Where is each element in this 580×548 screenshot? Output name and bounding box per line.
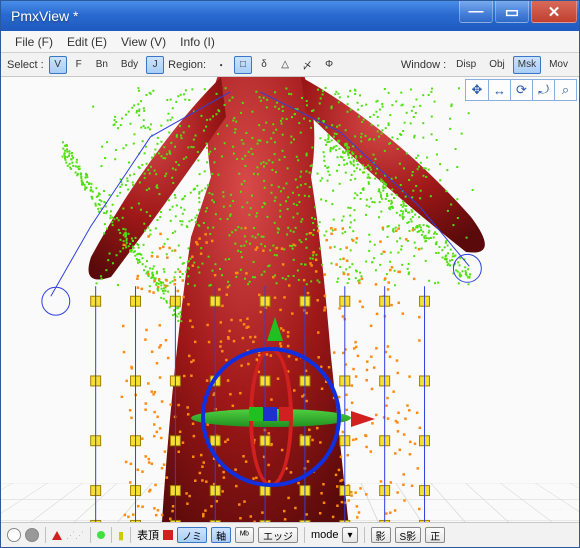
mode-label: mode [311, 529, 339, 541]
region-tri-button[interactable]: △ [276, 56, 294, 74]
nomi-button[interactable]: ノミ [177, 527, 207, 543]
toolbar: Select : V F Bn Bdy J Region: ・ □ δ △ 〆 … [1, 53, 579, 77]
window-title: PmxView * [11, 8, 459, 24]
minimize-button[interactable]: — [459, 1, 493, 23]
normal-button[interactable]: 正 [425, 527, 445, 543]
select-joint-button[interactable]: J [146, 56, 164, 74]
shadow-button[interactable]: 影 [371, 527, 391, 543]
gizmo-arrow-x [351, 411, 375, 427]
vertex-disp-label: 表頂 [137, 527, 159, 543]
color-grid-swatch[interactable] [25, 528, 39, 542]
edge-button[interactable]: エッジ [258, 527, 298, 543]
window-mov-button[interactable]: Mov [544, 56, 573, 74]
window-obj-button[interactable]: Obj [484, 56, 510, 74]
yellow-bar-icon[interactable]: ▮ [118, 529, 124, 542]
select-bone-button[interactable]: Bn [91, 56, 113, 74]
gizmo-cube-z [263, 407, 277, 421]
menu-info[interactable]: Info (I) [180, 35, 215, 49]
select-vertex-button[interactable]: V [49, 56, 67, 74]
menu-file[interactable]: File (F) [15, 35, 53, 49]
view-move-icon[interactable]: ↔ [488, 80, 510, 100]
region-label: Region: [168, 59, 206, 71]
view-pan-icon[interactable]: ✥ [466, 80, 488, 100]
axis-button[interactable]: 軸 [211, 527, 231, 543]
viewport-3d[interactable]: ✥ ↔ ⟳ ⤾ ⌕ [1, 77, 579, 523]
s-shadow-button[interactable]: S影 [395, 527, 422, 543]
app-window: PmxView * — ▭ ✕ File (F) Edit (E) View (… [0, 0, 580, 548]
color-bg-swatch[interactable] [7, 528, 21, 542]
green-dot-icon[interactable] [97, 531, 105, 539]
window-buttons: — ▭ ✕ [459, 1, 579, 31]
gizmo-cube-y [249, 407, 263, 421]
region-phi-button[interactable]: Φ [320, 56, 338, 74]
menu-bar: File (F) Edit (E) View (V) Info (I) [1, 31, 579, 53]
close-button[interactable]: ✕ [531, 1, 577, 23]
gizmo-arrow-y [267, 317, 283, 341]
red-square-icon [163, 530, 173, 540]
select-face-button[interactable]: F [70, 56, 88, 74]
gizmo-cube-x [279, 407, 293, 421]
transform-gizmo[interactable] [201, 347, 341, 487]
window-label: Window : [401, 59, 446, 71]
bottom-bar: ⋰⋰ ▮ 表頂 ノミ 軸 ᴹᵇ エッジ mode ▾ 影 S影 正 [1, 523, 579, 547]
region-rect-button[interactable]: □ [234, 56, 252, 74]
region-dot-button[interactable]: ・ [211, 56, 231, 74]
mb-button[interactable]: ᴹᵇ [235, 527, 254, 543]
title-bar: PmxView * — ▭ ✕ [1, 1, 579, 31]
region-slash-button[interactable]: 〆 [297, 56, 317, 74]
region-group: Region: ・ □ δ △ 〆 Φ [168, 56, 338, 74]
window-group: Window : Disp Obj Msk Mov [401, 56, 573, 74]
view-rotate-icon[interactable]: ⟳ [510, 80, 532, 100]
view-zoom-icon[interactable]: ⌕ [554, 80, 576, 100]
wire-icon[interactable]: ⋰⋰ [66, 530, 84, 541]
select-group: Select : V F Bn Bdy J [7, 56, 164, 74]
view-orbit-icon[interactable]: ⤾ [532, 80, 554, 100]
maximize-button[interactable]: ▭ [495, 1, 529, 23]
select-label: Select : [7, 59, 44, 71]
window-disp-button[interactable]: Disp [451, 56, 481, 74]
menu-view[interactable]: View (V) [121, 35, 166, 49]
view-icon-strip: ✥ ↔ ⟳ ⤾ ⌕ [465, 79, 577, 101]
window-msk-button[interactable]: Msk [513, 56, 541, 74]
region-delta-button[interactable]: δ [255, 56, 273, 74]
mode-dropdown[interactable]: ▾ [342, 527, 357, 543]
menu-edit[interactable]: Edit (E) [67, 35, 107, 49]
select-body-button[interactable]: Bdy [116, 56, 143, 74]
triangle-icon[interactable] [52, 531, 62, 540]
